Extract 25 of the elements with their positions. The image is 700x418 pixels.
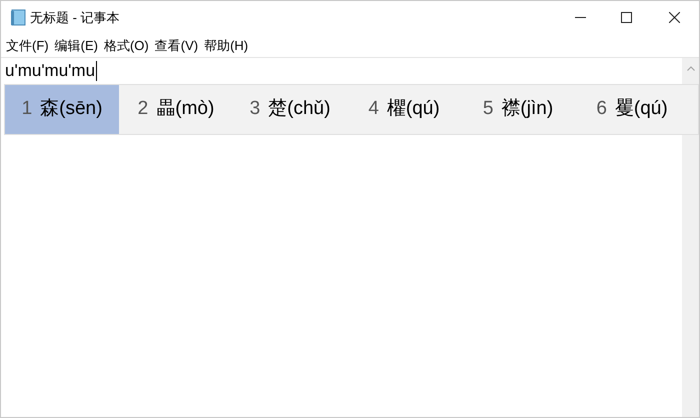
menu-item[interactable]: 查看(V) (152, 36, 202, 56)
candidate-text: 襟(jìn) (501, 97, 554, 122)
candidate-number: 4 (368, 97, 379, 122)
candidate-number: 2 (138, 97, 148, 122)
candidate-text: 畾(mò) (156, 97, 214, 122)
candidate-text: 欋(qú) (386, 97, 440, 122)
candidate-text: 矍(qú) (614, 97, 668, 122)
candidate-item[interactable]: 3 楚(chǔ) (233, 85, 347, 134)
candidate-text: 楚(chǔ) (268, 97, 330, 122)
window-title: 无标题 - 记事本 (30, 8, 120, 27)
candidate-item[interactable]: 6 矍(qú) (575, 85, 689, 134)
candidate-item[interactable]: 1 森(sēn) (5, 85, 119, 134)
candidate-number: 6 (596, 97, 607, 122)
candidate-item[interactable]: 5 襟(jìn) (461, 85, 575, 134)
candidate-number: 1 (22, 97, 32, 122)
menu-item[interactable]: 格式(O) (100, 36, 152, 56)
candidate-number: 5 (482, 97, 494, 122)
candidate-item[interactable]: 2 畾(mò) (119, 85, 233, 134)
candidate-item[interactable]: 4 欋(qú) (347, 85, 461, 134)
editor-text[interactable]: u'mu'mu'mu (5, 61, 98, 81)
candidate-number: 3 (250, 97, 260, 122)
menu-item[interactable]: 帮助(H) (201, 36, 252, 56)
candidate-text: 森(sēn) (40, 97, 102, 122)
menu-item[interactable]: 编辑(E) (52, 36, 101, 56)
menu-item[interactable]: 文件(F) (3, 36, 52, 56)
